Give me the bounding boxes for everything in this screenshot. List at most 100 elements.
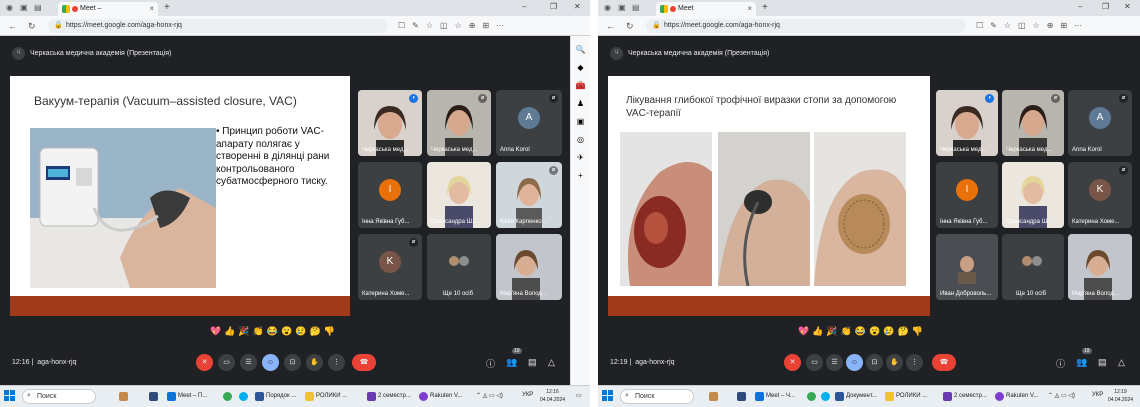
- present-button[interactable]: ⊡: [284, 354, 301, 371]
- participant-tile-2[interactable]: ⌀ Черкаська мед...: [1002, 90, 1064, 156]
- address-bar[interactable]: 🔒 https://meet.google.com/aga-honx-rjq: [48, 19, 388, 33]
- tab-meet[interactable]: Meet – ×: [58, 2, 158, 16]
- taskbar-search[interactable]: ⌕ Поиск: [22, 389, 96, 404]
- taskbar-item[interactable]: 2 семестр...: [942, 390, 989, 404]
- leave-call-button[interactable]: ☎: [932, 354, 956, 371]
- activities-icon[interactable]: △: [1118, 357, 1125, 368]
- participant-tile-9[interactable]: Мар'яна Волод...: [1068, 234, 1132, 300]
- tools-icon[interactable]: ♟: [571, 99, 590, 108]
- activities-icon[interactable]: △: [548, 357, 555, 368]
- leave-call-button[interactable]: ☎: [352, 354, 376, 371]
- tray-icons[interactable]: ⌃ ◬ ▭ ◁): [476, 392, 503, 399]
- widget-icon[interactable]: [708, 390, 722, 404]
- taskbar-item[interactable]: Meet – П...: [166, 390, 209, 404]
- mic-toggle-button[interactable]: ✕: [196, 354, 213, 371]
- minimize-icon[interactable]: –: [1078, 2, 1082, 11]
- taskbar-item[interactable]: Rakuten V...: [418, 390, 464, 404]
- taskbar-search[interactable]: ⌕ Поиск: [620, 389, 694, 404]
- profile-icon[interactable]: ◉: [6, 3, 13, 12]
- new-tab-button[interactable]: +: [762, 2, 768, 13]
- chat-icon[interactable]: ▤: [1098, 357, 1107, 368]
- tray-icons[interactable]: ⌃ ◬ ▭ ◁): [1048, 392, 1075, 399]
- address-bar[interactable]: 🔒 https://meet.google.com/aga-honx-rjq: [646, 19, 966, 33]
- notifications-icon[interactable]: ▭: [576, 392, 582, 399]
- taskbar-clock[interactable]: 12:19 04.04.2024: [1108, 388, 1133, 404]
- raise-hand-button[interactable]: ✋: [306, 354, 323, 371]
- workspaces-icon[interactable]: ▣: [20, 3, 28, 12]
- start-icon[interactable]: [4, 390, 16, 402]
- close-tab-icon[interactable]: ×: [149, 4, 154, 13]
- refresh-icon[interactable]: ↻: [28, 21, 36, 32]
- taskbar-item[interactable]: Порядок ...: [254, 390, 298, 404]
- camera-toggle-button[interactable]: ▭: [218, 354, 235, 371]
- taskbar-item[interactable]: Meet – Ч...: [754, 390, 797, 404]
- chat-icon[interactable]: ▤: [528, 357, 537, 368]
- taskbar-item[interactable]: 2 семестр...: [366, 390, 413, 404]
- taskbar-item[interactable]: Rakuten V...: [994, 390, 1040, 404]
- shopping-icon[interactable]: 🧰: [571, 81, 590, 90]
- minimize-icon[interactable]: –: [522, 2, 526, 11]
- outlook-icon[interactable]: ◎: [571, 135, 590, 144]
- participant-tile-6[interactable]: K ⌀ Катерина Хоме...: [1068, 162, 1132, 228]
- close-window-icon[interactable]: ✕: [574, 2, 581, 11]
- taskbar-clock[interactable]: 12:16 04.04.2024: [540, 388, 565, 404]
- present-button[interactable]: ⊡: [866, 354, 883, 371]
- chrome-icon[interactable]: [806, 390, 820, 404]
- participant-tile-6[interactable]: ⌀ Юлія Карпенко...: [496, 162, 562, 228]
- participant-tile-3[interactable]: A ⌀ Anna Korol: [496, 90, 562, 156]
- info-icon[interactable]: ⓘ: [486, 357, 495, 370]
- camera-toggle-button[interactable]: ▭: [806, 354, 823, 371]
- participant-tile-2[interactable]: ⌀ Черкаська мед...: [427, 90, 491, 156]
- skype-icon[interactable]: [238, 390, 252, 404]
- profile-icon[interactable]: ◉: [604, 3, 611, 12]
- file-explorer-icon[interactable]: [736, 390, 750, 404]
- reactions-bar[interactable]: 💖👍🎉👏😂😮😢🤔👎: [210, 326, 338, 337]
- office-icon[interactable]: ▣: [571, 117, 590, 126]
- toolbar-icons[interactable]: ☐✎☆◫☆⊕⊞⋯: [398, 21, 511, 30]
- toolbar-icons[interactable]: ☐✎☆◫☆⊕⊞⋯: [976, 21, 1089, 30]
- games-icon[interactable]: ✈: [571, 153, 590, 162]
- mic-toggle-button[interactable]: ✕: [784, 354, 801, 371]
- file-explorer-icon[interactable]: [148, 390, 162, 404]
- more-options-button[interactable]: ⋮: [906, 354, 923, 371]
- participant-tile-5[interactable]: Олександра Ш...: [427, 162, 491, 228]
- participant-tile-3[interactable]: A ⌀ Anna Korol: [1068, 90, 1132, 156]
- reactions-bar[interactable]: 💖👍🎉👏😂😮😢🤔👎: [798, 326, 926, 337]
- participant-tile-1[interactable]: ◖ Черкаська мед...: [936, 90, 998, 156]
- language-indicator[interactable]: УКР: [522, 392, 533, 398]
- participant-tile-7[interactable]: K ⌀ Катерина Хоме...: [358, 234, 422, 300]
- people-icon[interactable]: 👥: [506, 357, 517, 368]
- captions-button[interactable]: ☰: [240, 354, 257, 371]
- tab-actions-icon[interactable]: ▤: [34, 3, 42, 12]
- refresh-icon[interactable]: ↻: [626, 21, 634, 32]
- participant-tile-4[interactable]: I Інна Яківна Губ...: [358, 162, 422, 228]
- emoji-button[interactable]: ☺: [846, 354, 863, 371]
- copilot-icon[interactable]: ◆: [571, 63, 590, 72]
- add-icon[interactable]: +: [571, 171, 590, 180]
- participant-tile-7[interactable]: Иван Доброволь...: [936, 234, 998, 300]
- raise-hand-button[interactable]: ✋: [886, 354, 903, 371]
- participant-tile-more[interactable]: Ще 10 осіб: [427, 234, 491, 300]
- tab-meet[interactable]: Meet ×: [656, 2, 756, 16]
- participant-tile-4[interactable]: I Інна Яківна Губ...: [936, 162, 998, 228]
- chrome-icon[interactable]: [222, 390, 236, 404]
- back-icon[interactable]: ←: [8, 21, 17, 31]
- people-icon[interactable]: 👥: [1076, 357, 1087, 368]
- close-tab-icon[interactable]: ×: [747, 4, 752, 13]
- tab-actions-icon[interactable]: ▤: [632, 3, 640, 12]
- more-options-button[interactable]: ⋮: [328, 354, 345, 371]
- restore-icon[interactable]: ❐: [550, 2, 557, 11]
- emoji-button[interactable]: ☺: [262, 354, 279, 371]
- participant-tile-more[interactable]: Ще 10 осіб: [1002, 234, 1064, 300]
- info-icon[interactable]: ⓘ: [1056, 357, 1065, 370]
- captions-button[interactable]: ☰: [826, 354, 843, 371]
- participant-tile-9[interactable]: Мар'яна Волод...: [496, 234, 562, 300]
- language-indicator[interactable]: УКР: [1092, 392, 1103, 398]
- close-window-icon[interactable]: ✕: [1124, 2, 1131, 11]
- new-tab-button[interactable]: +: [164, 2, 170, 13]
- back-icon[interactable]: ←: [606, 21, 615, 31]
- taskbar-item[interactable]: РОЛИКИ ...: [304, 390, 349, 404]
- workspaces-icon[interactable]: ▣: [618, 3, 626, 12]
- search-icon[interactable]: 🔍: [571, 45, 590, 54]
- skype-icon[interactable]: [820, 390, 834, 404]
